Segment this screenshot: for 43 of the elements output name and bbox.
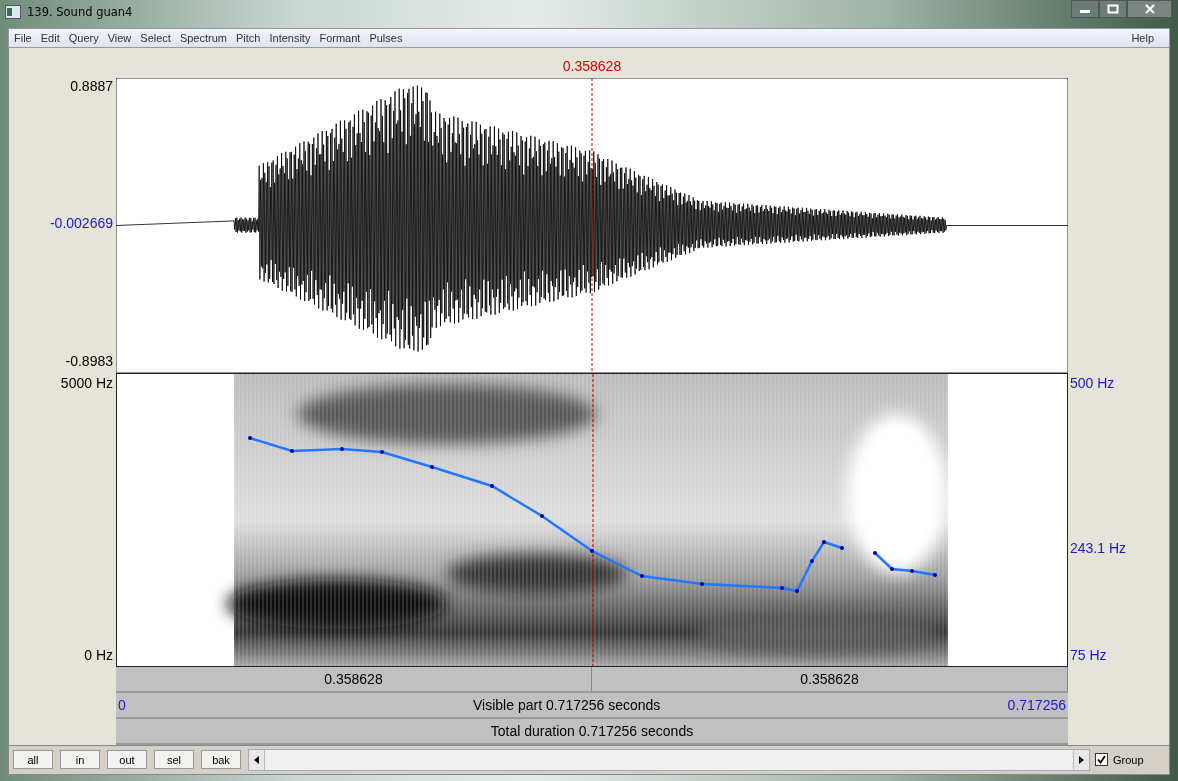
menu-item[interactable]: Intensity: [269, 32, 317, 44]
menu-item[interactable]: Query: [68, 32, 105, 44]
menu-item[interactable]: Formant: [319, 32, 367, 44]
frequency-min: 0 Hz: [84, 646, 113, 663]
zoom-button[interactable]: out: [107, 750, 147, 770]
pitch-min: 75 Hz: [1070, 646, 1107, 663]
cursor-time: 0.358628: [562, 57, 622, 74]
total-duration-bar[interactable]: Total duration 0.717256 seconds: [116, 718, 1068, 745]
visible-part-bar[interactable]: 0 Visible part 0.717256 seconds 0.717256: [116, 692, 1068, 719]
menu-item[interactable]: Pitch: [236, 32, 267, 44]
menu-item[interactable]: Spectrum: [179, 32, 233, 44]
checkmark-icon: [1097, 755, 1106, 765]
menu-item[interactable]: Select: [140, 32, 177, 44]
pitch-value: 243.1 Hz: [1070, 539, 1127, 556]
amplitude-zero: -0.002669: [49, 215, 113, 232]
pitch-max: 500 Hz: [1070, 374, 1115, 391]
frequency-max: 5000 Hz: [60, 374, 113, 391]
menu-item[interactable]: File: [14, 32, 38, 44]
visible-start: 0: [118, 696, 126, 713]
amplitude-min: -0.8983: [65, 352, 113, 369]
zoom-button[interactable]: sel: [154, 750, 194, 770]
group-label: Group: [1113, 753, 1144, 766]
visible-part-label: Visible part 0.717256 seconds: [473, 696, 661, 713]
close-button[interactable]: [1127, 0, 1172, 18]
app-icon: [5, 5, 21, 19]
window-title: 139. Sound guan4: [27, 5, 133, 19]
amplitude-max: 0.8887: [70, 77, 113, 94]
zoom-button[interactable]: all: [13, 750, 53, 770]
maximize-button[interactable]: [1099, 0, 1127, 18]
scroll-left-icon: [254, 755, 259, 764]
menu-item[interactable]: View: [107, 32, 138, 44]
minimize-button[interactable]: [1071, 0, 1099, 18]
menu-item[interactable]: Pulses: [369, 32, 409, 44]
close-icon: [1143, 4, 1156, 14]
visible-end: 0.717256: [1007, 696, 1066, 713]
maximize-icon: [1107, 4, 1119, 14]
scroll-right-icon: [1079, 755, 1084, 764]
help-menu[interactable]: Help: [1131, 32, 1160, 44]
zoom-button[interactable]: in: [60, 750, 100, 770]
group-checkbox[interactable]: [1095, 753, 1108, 767]
total-duration-label: Total duration 0.717256 seconds: [490, 722, 694, 739]
zoom-button[interactable]: bak: [201, 750, 241, 770]
menu-item[interactable]: Edit: [40, 32, 66, 44]
